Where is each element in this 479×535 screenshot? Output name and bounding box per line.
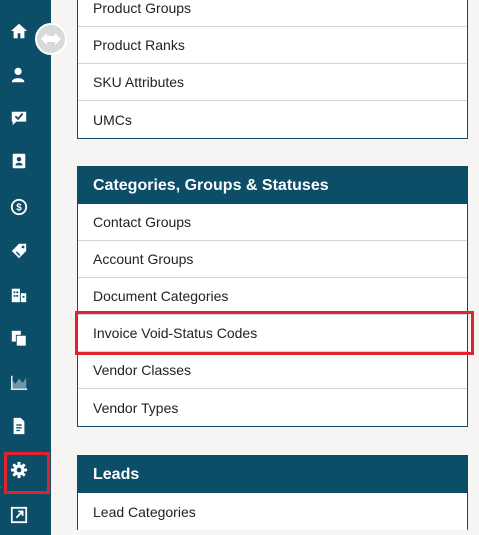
sidebar-item-billing[interactable]: $ <box>0 192 38 222</box>
contacts-icon <box>11 67 27 83</box>
documents-icon <box>11 330 27 347</box>
panel-title: Leads <box>78 456 467 493</box>
chart-icon <box>10 375 28 390</box>
panel-item[interactable]: SKU Attributes <box>78 64 467 101</box>
collapse-sidebar-button[interactable] <box>35 23 67 55</box>
leads-panel: Leads Lead Categories <box>77 455 468 530</box>
sidebar-item-tags[interactable] <box>0 236 38 266</box>
panel-item[interactable]: Account Groups <box>78 241 467 278</box>
categories-panel: Categories, Groups & Statuses Contact Gr… <box>75 166 474 427</box>
report-icon <box>13 417 25 435</box>
panel-item[interactable]: Product Groups <box>78 0 467 27</box>
panel-item[interactable]: Lead Categories <box>78 493 467 530</box>
panel-item-invoice-void-status-codes[interactable]: Invoice Void-Status Codes <box>75 311 474 355</box>
contact-card-icon <box>12 153 26 169</box>
dollar-icon: $ <box>10 198 28 216</box>
home-icon <box>10 23 28 39</box>
svg-text:$: $ <box>16 203 22 214</box>
sidebar-item-home[interactable] <box>0 16 38 46</box>
double-arrow-icon <box>41 33 61 45</box>
panel-item[interactable]: Contact Groups <box>78 204 467 241</box>
sidebar-item-settings[interactable] <box>0 452 50 494</box>
gear-icon <box>10 461 28 479</box>
external-link-icon <box>10 506 28 524</box>
sidebar-item-reports[interactable] <box>0 411 38 441</box>
sidebar-item-contact-card[interactable] <box>0 146 38 176</box>
sidebar-item-accounts[interactable] <box>0 280 38 310</box>
sidebar-item-external[interactable] <box>0 500 38 530</box>
panel-title: Categories, Groups & Statuses <box>78 167 467 204</box>
buildings-icon <box>11 288 27 303</box>
sidebar-item-documents[interactable] <box>0 323 38 353</box>
panel-item[interactable]: UMCs <box>78 101 467 138</box>
sidebar-item-contacts[interactable] <box>0 60 38 90</box>
panel-item[interactable]: Document Categories <box>78 278 467 315</box>
sidebar-item-analytics[interactable] <box>0 367 38 397</box>
sidebar-item-tasks[interactable] <box>0 103 38 133</box>
sidebar-nav: $ <box>0 0 51 535</box>
panel-item[interactable]: Vendor Classes <box>78 352 467 389</box>
products-panel: Product Groups Product Ranks SKU Attribu… <box>77 0 468 139</box>
tag-icon <box>11 243 27 259</box>
panel-item[interactable]: Product Ranks <box>78 27 467 64</box>
panel-item[interactable]: Vendor Types <box>78 389 467 426</box>
tasks-icon <box>11 111 27 126</box>
